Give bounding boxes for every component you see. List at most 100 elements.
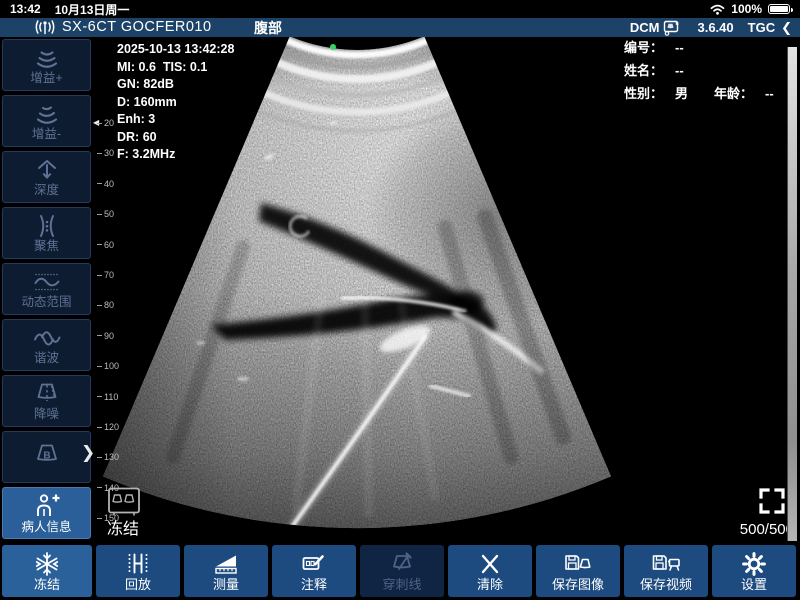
ultrasound-app-screen: 13:42 10月13日周一 100% SX-6CT GOCFER010 腹部 …	[0, 0, 800, 600]
measure-button[interactable]: 测量	[184, 545, 268, 597]
battery-icon	[768, 4, 790, 14]
ruler-tick: 130	[97, 452, 119, 462]
ruler-tick: 30	[97, 148, 114, 158]
patient-name-value: --	[675, 64, 684, 78]
tgc-panel-edge[interactable]	[787, 47, 797, 541]
clear-icon	[477, 551, 503, 577]
battery-percent: 100%	[731, 2, 762, 16]
gain-value: GN: 82dB	[117, 78, 234, 91]
software-version: 3.6.40	[697, 20, 733, 35]
ruler-tick: 110	[97, 392, 118, 402]
date: 10月13日周一	[55, 1, 130, 18]
bottom-label: 穿刺线	[382, 578, 421, 592]
patient-id-value: --	[675, 41, 684, 55]
patient-age-label: 年龄：	[714, 87, 753, 101]
scan-display-area: 2025-10-13 13:42:28 MI: 0.6 TIS: 0.1 GN:…	[93, 37, 800, 542]
bottom-label: 回放	[125, 578, 151, 592]
gain-minus-button[interactable]: 增益-	[2, 95, 91, 147]
sidebar-label: 病人信息	[21, 521, 71, 534]
bottom-label: 保存视频	[640, 578, 692, 592]
depth-value: D: 160mm	[117, 96, 234, 109]
measure-icon	[213, 551, 239, 577]
save-video-button[interactable]: 保存视频	[624, 545, 708, 597]
focus-button[interactable]: 聚焦	[2, 207, 91, 259]
sidebar-label: 增益-	[32, 128, 61, 141]
ruler-tick: 50	[97, 209, 114, 219]
playback-icon	[125, 551, 151, 577]
focus-icon	[33, 213, 61, 239]
b-mode-button[interactable]: B	[2, 431, 91, 483]
frame-counter: 500/500	[740, 521, 794, 538]
scan-parameters: 2025-10-13 13:42:28 MI: 0.6 TIS: 0.1 GN:…	[117, 43, 234, 166]
dynamic-range-value: DR: 60	[117, 131, 234, 144]
ultrasound-cart-icon[interactable]	[663, 19, 683, 36]
wifi-icon	[710, 4, 725, 15]
freeze-button[interactable]: 冻结	[2, 545, 92, 597]
denoise-icon	[33, 381, 61, 407]
gain-plus-button[interactable]: 增益+	[2, 39, 91, 91]
harmonics-icon	[32, 325, 62, 351]
clock: 13:42	[10, 2, 41, 16]
bottom-label: 注释	[301, 578, 327, 592]
probe-orientation-marker	[330, 44, 336, 50]
playback-button[interactable]: 回放	[96, 545, 180, 597]
dual-display-icon[interactable]	[107, 486, 141, 517]
enhance-value: Enh: 3	[117, 113, 234, 126]
sidebar-label: 深度	[34, 184, 59, 197]
save-image-icon	[563, 551, 593, 577]
freeze-status-label: 冻结	[107, 515, 139, 539]
tgc-chevron-icon[interactable]: ❮	[781, 20, 792, 36]
header-bar: SX-6CT GOCFER010 腹部 DCM 3.6.40 TGC ❮	[0, 18, 800, 37]
fullscreen-icon[interactable]	[758, 487, 786, 515]
denoise-button[interactable]: 降噪	[2, 375, 91, 427]
bottom-label: 清除	[477, 578, 503, 592]
sidebar-label: 动态范围	[21, 296, 71, 309]
gain-minus-icon	[33, 101, 61, 127]
patient-info-panel: 编号： -- 姓名： -- 性别： 男 年龄： --	[624, 41, 774, 110]
depth-button[interactable]: 深度	[2, 151, 91, 203]
patient-info-icon	[32, 492, 62, 520]
frequency-value: F: 3.2MHz	[117, 148, 234, 161]
sidebar-label: 谐波	[34, 352, 59, 365]
annotate-button[interactable]: 注释	[272, 545, 356, 597]
b-mode-letter: B	[43, 451, 50, 462]
ruler-tick: 20	[97, 118, 114, 128]
bottom-label: 冻结	[34, 578, 60, 592]
ruler-tick: 60	[97, 240, 114, 250]
puncture-line-button: 穿刺线	[360, 545, 444, 597]
save-video-icon	[651, 551, 681, 577]
sidebar-label: 增益+	[30, 72, 62, 85]
dynamic-range-icon	[32, 269, 62, 295]
settings-button[interactable]: 设置	[712, 545, 796, 597]
scan-datetime: 2025-10-13 13:42:28	[117, 43, 234, 56]
clear-button[interactable]: 清除	[448, 545, 532, 597]
sidebar: 增益+ 增益- 深度	[0, 37, 93, 542]
patient-info-button[interactable]: 病人信息	[2, 487, 91, 539]
puncture-line-icon	[389, 551, 415, 577]
patient-name-label: 姓名：	[624, 64, 663, 78]
depth-ruler: ◀ 2030405060708090100110120130140150	[97, 37, 127, 542]
dynamic-range-button[interactable]: 动态范围	[2, 263, 91, 315]
ruler-tick: 40	[97, 179, 114, 189]
save-image-button[interactable]: 保存图像	[536, 545, 620, 597]
sidebar-label: 聚焦	[34, 240, 59, 253]
dcm-button[interactable]: DCM	[630, 20, 660, 35]
device-id: SX-6CT GOCFER010	[62, 19, 212, 35]
ruler-tick: 100	[97, 361, 119, 371]
patient-sex-value: 男	[675, 87, 688, 101]
ruler-tick: 120	[97, 422, 119, 432]
tgc-button[interactable]: TGC	[748, 20, 775, 35]
harmonics-button[interactable]: 谐波	[2, 319, 91, 371]
bottom-label: 保存图像	[552, 578, 604, 592]
gain-plus-icon	[33, 45, 61, 71]
bottom-toolbar: 冻结 回放 测量	[0, 542, 800, 600]
probe-signal-icon	[34, 19, 56, 35]
depth-icon	[33, 157, 61, 183]
ruler-tick: 80	[97, 300, 114, 310]
ruler-tick: 90	[97, 331, 114, 341]
b-mode-fan-icon: B	[32, 442, 62, 472]
sidebar-label: 降噪	[34, 408, 59, 421]
ruler-tick: 70	[97, 270, 114, 280]
mi-tis-value: MI: 0.6 TIS: 0.1	[117, 61, 234, 74]
settings-gear-icon	[741, 551, 767, 577]
